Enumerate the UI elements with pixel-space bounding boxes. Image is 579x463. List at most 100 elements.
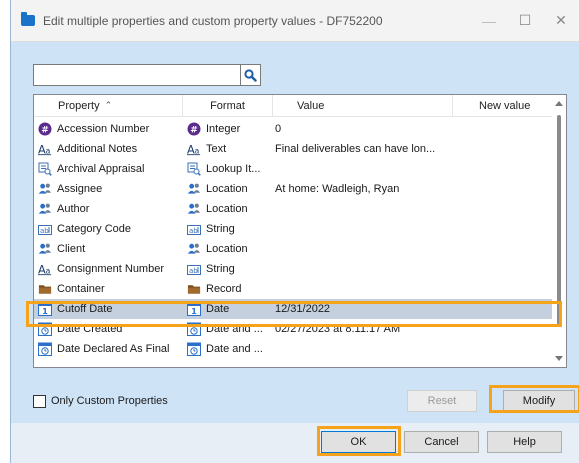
format-name: Date [206,303,230,315]
format-cell: 1 Date [183,302,273,316]
property-cell: 1 Cutoff Date [34,302,183,316]
value-cell: At home: Wadleigh, Ryan [273,183,453,195]
svg-text:ab: ab [189,227,198,235]
format-name: Date and ... [206,323,263,335]
svg-text:a: a [194,146,199,155]
table-row[interactable]: Aa Additional Notes Aa Text Final deliverabl… [34,139,554,159]
scroll-up-icon[interactable] [555,101,563,106]
datetime-icon [38,342,52,356]
sort-ascending-icon: ⌃ [104,100,113,110]
property-cell: Date Declared As Final [34,342,183,356]
property-name: Additional Notes [57,143,138,155]
property-list: Property ⌃ Format Value New value # Acces… [33,94,567,368]
reset-button[interactable]: Reset [407,390,477,412]
text-icon: Aa [187,142,201,156]
maximize-button[interactable]: ☐ [507,12,543,29]
column-header-property[interactable]: Property ⌃ [34,95,183,117]
table-row[interactable]: Date Declared As Final Date and ... [34,339,554,359]
table-row[interactable]: Container Record [34,279,554,299]
format-cell: ab String [183,262,273,276]
format-name: Text [206,143,227,155]
property-name: Container [57,283,105,295]
property-cell: Date Created [34,322,183,336]
search-icon [244,68,257,82]
column-header-new-value[interactable]: New value [453,95,549,117]
format-name: Location [206,243,248,255]
table-row[interactable]: Aa Consignment Number ab String [34,259,554,279]
property-name: Consignment Number [57,263,164,275]
format-name: Location [206,203,248,215]
only-custom-properties-checkbox[interactable] [33,394,46,408]
property-name: Cutoff Date [57,303,113,315]
number-icon: # [38,122,52,136]
scrollbar-thumb[interactable] [557,115,561,325]
property-cell: Client [34,242,183,256]
format-name: Date and ... [206,343,263,355]
format-cell: Aa Text [183,142,273,156]
string-icon: ab [187,222,201,236]
lookup-icon [38,162,52,176]
dialog-footer: OK Cancel Help [11,423,579,463]
record-icon [187,282,201,296]
table-row[interactable]: Archival Appraisal Lookup It... [34,159,554,179]
svg-text:ab: ab [40,227,49,235]
search-button[interactable] [241,64,261,86]
property-name: Archival Appraisal [57,163,145,175]
column-header-label: New value [479,99,531,112]
vertical-scrollbar[interactable] [552,95,566,367]
location-icon [38,182,52,196]
property-name: Assignee [57,183,103,195]
column-header-format[interactable]: Format [183,95,273,117]
property-cell: ab Category Code [34,222,183,236]
table-row[interactable]: Date Created Date and ... 02/27/2023 at 8:… [34,319,554,339]
property-value: 0 [275,123,282,135]
format-cell: Lookup It... [183,162,273,176]
property-cell: # Accession Number [34,122,183,136]
table-row[interactable]: ab Category Code ab String [34,219,554,239]
value-cell: 0 [273,123,453,135]
table-row[interactable]: Client Location [34,239,554,259]
column-header-label: Value [297,99,325,112]
minimize-button[interactable]: — [471,13,507,29]
property-name: Category Code [57,223,131,235]
date-icon: 1 [38,302,52,316]
table-row[interactable]: # Accession Number # Integer 0 [34,119,554,139]
record-icon [38,282,52,296]
format-cell: Record [183,282,273,296]
format-cell: Date and ... [183,322,273,336]
property-cell: Aa Additional Notes [34,142,183,156]
format-cell: Location [183,202,273,216]
property-cell: Author [34,202,183,216]
highlight-modify-button [489,385,579,413]
table-row[interactable]: Author Location [34,199,554,219]
scroll-down-icon[interactable] [555,356,563,361]
svg-text:ab: ab [189,267,198,275]
format-name: String [206,223,235,235]
close-button[interactable]: ✕ [543,12,579,29]
text-icon: Aa [38,142,52,156]
format-name: String [206,263,235,275]
only-custom-properties-label: Only Custom Properties [51,395,168,407]
table-row[interactable]: Assignee Location At home: Wadleigh, Ryan [34,179,554,199]
search-input[interactable] [33,64,241,86]
location-icon [187,242,201,256]
string-icon: ab [187,262,201,276]
property-cell: Archival Appraisal [34,162,183,176]
cancel-button[interactable]: Cancel [404,431,479,453]
title-bar: Edit multiple properties and custom prop… [11,0,579,42]
value-cell: 12/31/2022 [273,303,453,315]
column-header-label: Format [210,99,245,112]
svg-text:a: a [45,146,50,155]
column-header-value[interactable]: Value [273,95,453,117]
svg-text:#: # [190,126,198,136]
svg-text:1: 1 [191,307,197,316]
location-icon [187,182,201,196]
svg-text:1: 1 [42,307,48,316]
location-icon [38,202,52,216]
format-cell: # Integer [183,122,273,136]
edit-properties-dialog: Edit multiple properties and custom prop… [10,0,579,463]
table-row[interactable]: 1 Cutoff Date 1 Date 12/31/2022 [34,299,554,319]
property-value: Final deliverables can have lon... [275,143,436,155]
help-button[interactable]: Help [487,431,562,453]
string-icon: ab [38,222,52,236]
